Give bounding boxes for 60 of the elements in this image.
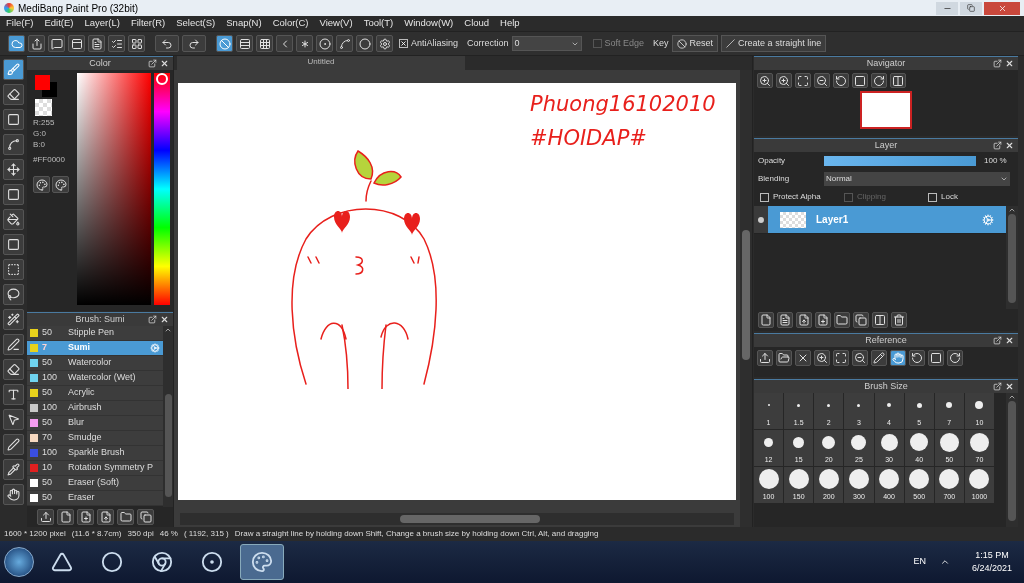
brush-list-item[interactable]: 50 Watercolor <box>27 356 163 371</box>
drawing-canvas[interactable]: Phuong16102010 #HOIDAP# <box>178 83 736 500</box>
menu-item[interactable]: Select(S) <box>176 16 216 31</box>
soft-edge-label: Soft Edge <box>604 36 645 50</box>
key-label: Key <box>653 36 669 50</box>
language-indicator[interactable]: EN <box>913 555 926 569</box>
menu-item[interactable]: Snap(N) <box>226 16 262 31</box>
clock-date: 6/24/2021 <box>971 562 1012 575</box>
document-tab[interactable]: Untitled <box>177 56 465 70</box>
menu-item[interactable]: Tool(T) <box>363 16 394 31</box>
panel-title: Brush: Sumi <box>75 312 125 326</box>
blending-label: Blending <box>758 173 791 185</box>
panel-title: Navigator <box>866 56 906 70</box>
hex-value: #FF0000 <box>33 154 67 166</box>
panel-title: Color <box>89 56 111 70</box>
g-channel-value: G:0 <box>33 129 46 138</box>
status-text: 46 % <box>159 528 178 540</box>
brush-list-item[interactable]: 100 Watercolor (Wet) <box>27 371 163 386</box>
menu-item[interactable]: View(V) <box>319 16 353 31</box>
panel-title: Layer <box>874 138 898 152</box>
menu-item[interactable]: Help <box>500 16 520 31</box>
status-text: Draw a straight line by holding down Shift, Change a brush size by holding down Ctrl, Alt, and dragging <box>234 528 599 540</box>
r-channel-value: R:255 <box>33 118 55 127</box>
correction-label: Correction <box>467 36 509 50</box>
brush-list-item[interactable]: 10 Rotation Symmetry P <box>27 461 163 476</box>
brush-list-item[interactable]: 70 Smudge <box>27 431 163 446</box>
status-text: 350 dpi <box>127 528 154 540</box>
menu-item[interactable]: Cloud <box>464 16 490 31</box>
option-label: Lock <box>941 191 958 203</box>
brush-list-item[interactable]: 50 Eraser (Soft) <box>27 476 163 491</box>
menu-item[interactable]: Layer(L) <box>84 16 120 31</box>
opacity-value: 100 % <box>984 155 1007 167</box>
panel-title: Reference <box>865 333 907 347</box>
handwritten-text: #HOIDAP# <box>530 125 648 152</box>
panel-title: Brush Size <box>864 379 908 393</box>
clock-time: 1:15 PM <box>975 548 1009 562</box>
window-title: MediBang Paint Pro (32bit) <box>18 1 139 16</box>
handwritten-text: Phuong16102010 <box>530 91 716 118</box>
option-label: Protect Alpha <box>773 191 821 203</box>
reset-button[interactable]: Reset <box>671 35 719 52</box>
brush-list-item[interactable]: 50 Blur <box>27 416 163 431</box>
menu-item[interactable]: Color(C) <box>272 16 309 31</box>
brush-list-item[interactable]: 100 Airbrush <box>27 401 163 416</box>
b-channel-value: B:0 <box>33 140 46 149</box>
create-straight-line-button[interactable]: Create a straight line <box>721 35 827 52</box>
menu-item[interactable]: File(F) <box>6 16 34 31</box>
correction-dropdown[interactable]: 0 <box>511 36 582 51</box>
brush-list-item[interactable]: 50 Acrylic <box>27 386 163 401</box>
blending-dropdown[interactable]: Normal <box>824 172 1010 186</box>
status-text: 1600 * 1200 pixel <box>4 528 66 540</box>
brush-list-item[interactable]: 50 Eraser <box>27 491 163 506</box>
status-text: (11.6 * 8.7cm) <box>71 528 122 540</box>
status-text: ( 1192, 315 ) <box>183 528 229 540</box>
antialiasing-label: AntiAliasing <box>411 36 459 50</box>
brush-list-item[interactable]: 50 Stipple Pen <box>27 326 163 341</box>
menu-item[interactable]: Window(W) <box>404 16 454 31</box>
brush-list-item[interactable]: 100 Sparkle Brush <box>27 446 163 461</box>
menu-item[interactable]: Edit(E) <box>44 16 74 31</box>
opacity-label: Opacity <box>758 155 787 167</box>
menu-item[interactable]: Filter(R) <box>130 16 166 31</box>
